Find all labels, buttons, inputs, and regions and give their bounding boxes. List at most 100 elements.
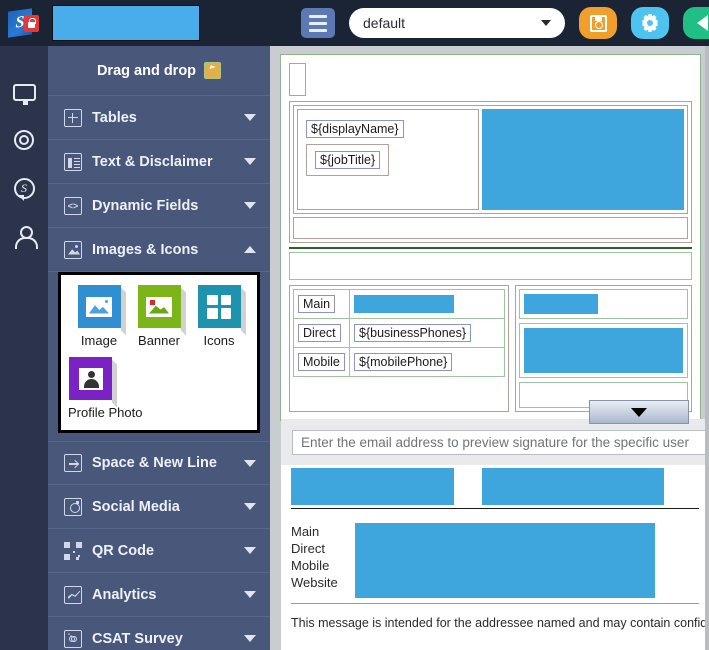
canvas-dropdown-button[interactable] [589, 400, 689, 424]
hamburger-menu-button[interactable] [301, 8, 335, 38]
hamburger-line [309, 15, 327, 18]
contact-columns: Main Direct ${businessPhones} [289, 285, 692, 412]
analytics-icon [64, 586, 82, 604]
contact-value-cell[interactable]: ${businessPhones} [350, 319, 505, 348]
sidebar-item-analytics[interactable]: Analytics [48, 573, 270, 617]
image-placeholder[interactable] [524, 294, 598, 314]
spacer-cell[interactable] [289, 63, 306, 96]
chevron-down-icon [244, 547, 256, 554]
components-sidebar: Drag and drop Tables Text & Disclaimer <… [48, 46, 270, 650]
right-media-row-2[interactable] [519, 323, 688, 378]
rail-item-dashboard[interactable] [0, 68, 48, 116]
tile-label: Banner [138, 333, 180, 348]
contact-label-cell[interactable]: Mobile [294, 348, 350, 377]
table-row[interactable]: Mobile ${mobilePhone} [294, 348, 505, 377]
chevron-down-icon [244, 158, 256, 165]
arrow-right-icon [697, 15, 708, 31]
sidebar-item-label: CSAT Survey [92, 631, 183, 647]
sidebar-item-dynamic-fields[interactable]: <> Dynamic Fields [48, 184, 270, 228]
identity-cell[interactable]: ${displayName} ${jobTitle} [297, 109, 479, 210]
profile-photo-icon [69, 357, 112, 400]
email-preview-bar: Enter the email address to preview signa… [281, 419, 709, 465]
signature-sheet[interactable]: ${displayName} ${jobTitle} Main [280, 54, 701, 421]
chevron-down-icon [244, 635, 256, 642]
signature-header-block[interactable]: ${displayName} ${jobTitle} [289, 101, 692, 243]
drag-drop-icon [204, 62, 221, 79]
divider [291, 508, 699, 509]
left-icon-rail: S [0, 46, 48, 650]
chat-signature-icon: S [14, 178, 35, 199]
sidebar-item-label: Text & Disclaimer [92, 154, 213, 170]
logo-image-cell[interactable] [482, 109, 684, 210]
rail-item-users[interactable] [0, 212, 48, 260]
contact-value-cell[interactable] [350, 290, 505, 319]
header-spacer-row[interactable] [293, 217, 688, 239]
send-button[interactable] [683, 7, 709, 39]
app-logo[interactable]: S [0, 0, 50, 46]
space-icon [64, 454, 82, 472]
signature-preview-lower: Main Direct Mobile Website This message … [281, 465, 709, 650]
email-preview-input[interactable]: Enter the email address to preview signa… [292, 430, 709, 455]
image-icon [64, 241, 82, 259]
component-tile-profile-photo[interactable]: Profile Photo [69, 357, 142, 420]
image-placeholder[interactable] [482, 109, 684, 210]
component-tile-image[interactable]: Image [69, 285, 129, 348]
text-icon [64, 153, 82, 171]
profile-select[interactable]: default [349, 8, 565, 38]
tile-label: Image [81, 333, 117, 348]
table-row[interactable]: Direct ${businessPhones} [294, 319, 505, 348]
preview-image-row [291, 468, 699, 505]
sidebar-item-csat-survey[interactable]: CSAT Survey [48, 617, 270, 650]
chevron-down-icon [244, 591, 256, 598]
image-placeholder[interactable] [524, 328, 683, 373]
canvas-scrollbar[interactable] [705, 46, 709, 650]
job-title-token[interactable]: ${jobTitle} [315, 151, 380, 169]
contact-label: Mobile [298, 353, 345, 371]
contact-label: Website [291, 574, 353, 591]
gear-icon [14, 130, 34, 150]
signature-title-input[interactable] [52, 5, 200, 41]
preview-contact-block: Main Direct Mobile Website [291, 523, 699, 598]
component-tile-banner[interactable]: Banner [129, 285, 189, 348]
drag-and-drop-label: Drag and drop [97, 63, 196, 79]
save-button[interactable] [579, 7, 617, 39]
sidebar-item-images-icons[interactable]: Images & Icons [48, 228, 270, 272]
rail-item-settings[interactable] [0, 116, 48, 164]
right-media-row-1[interactable] [519, 289, 688, 319]
icons-grid-icon [198, 285, 241, 328]
signature-header-inner: ${displayName} ${jobTitle} [293, 105, 688, 214]
business-phones-token[interactable]: ${businessPhones} [354, 324, 471, 342]
image-placeholder [291, 468, 454, 505]
top-bar-actions: default [301, 0, 709, 46]
blank-row[interactable] [289, 252, 692, 280]
display-name-token[interactable]: ${displayName} [306, 120, 404, 138]
tables-icon [64, 109, 82, 127]
table-row[interactable]: Main [294, 290, 505, 319]
component-tile-icons[interactable]: Icons [189, 285, 249, 348]
top-bar: S default [0, 0, 709, 46]
contact-label: Direct [291, 540, 353, 557]
contact-table[interactable]: Main Direct ${businessPhones} [293, 289, 505, 377]
sidebar-item-space-new-line[interactable]: Space & New Line [48, 441, 270, 485]
rail-item-signatures[interactable]: S [0, 164, 48, 212]
tile-label: Profile Photo [68, 405, 142, 420]
monitor-icon [13, 84, 36, 101]
tile-label: Icons [203, 333, 234, 348]
sidebar-item-social-media[interactable]: Social Media [48, 485, 270, 529]
sidebar-item-tables[interactable]: Tables [48, 96, 270, 140]
value-placeholder[interactable] [354, 295, 454, 313]
contact-label-cell[interactable]: Main [294, 290, 350, 319]
right-media-column[interactable] [515, 285, 692, 412]
contact-label-cell[interactable]: Direct [294, 319, 350, 348]
sidebar-item-label: Social Media [92, 499, 180, 515]
mobile-phone-token[interactable]: ${mobilePhone} [354, 353, 452, 371]
job-title-cell[interactable]: ${jobTitle} [306, 144, 389, 176]
contact-value-cell[interactable]: ${mobilePhone} [350, 348, 505, 377]
contact-values-placeholder [355, 523, 655, 598]
contact-table-wrapper[interactable]: Main Direct ${businessPhones} [289, 285, 509, 412]
lock-badge-icon [24, 15, 39, 32]
settings-button[interactable] [631, 7, 669, 39]
sidebar-item-qr-code[interactable]: QR Code [48, 529, 270, 573]
banner-icon [138, 285, 181, 328]
sidebar-item-text-disclaimer[interactable]: Text & Disclaimer [48, 140, 270, 184]
